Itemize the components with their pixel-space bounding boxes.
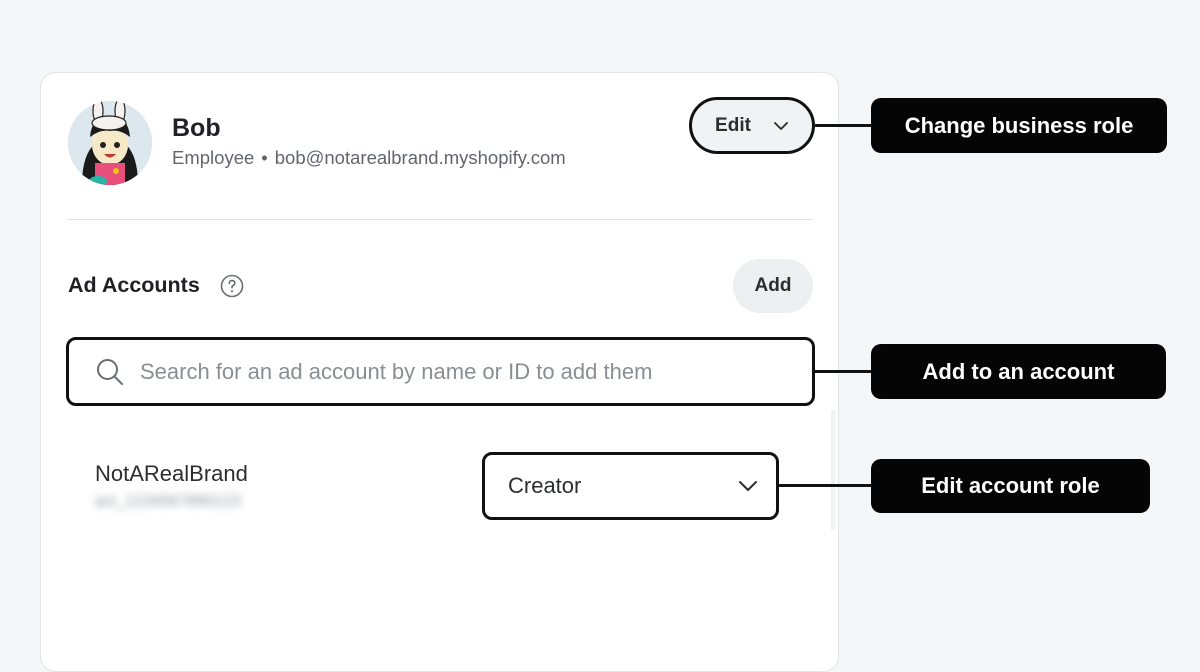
user-email: bob@notarealbrand.myshopify.com	[274, 147, 566, 168]
account-id: act_1234567890123	[95, 493, 241, 510]
ad-account-search[interactable]	[66, 337, 815, 406]
search-icon	[97, 358, 123, 385]
user-name: Bob	[172, 114, 221, 142]
account-role-value: Creator	[508, 473, 582, 498]
search-input[interactable]	[138, 357, 782, 386]
scrollbar-track[interactable]	[831, 410, 835, 530]
add-account-button[interactable]: Add	[733, 259, 813, 313]
ad-accounts-heading: Ad Accounts	[68, 273, 200, 297]
section-divider	[67, 219, 813, 220]
edit-role-button[interactable]: Edit	[689, 97, 815, 154]
callout-connector	[815, 370, 873, 373]
account-role-select[interactable]: Creator	[482, 452, 779, 520]
edit-button-label: Edit	[715, 114, 751, 136]
callout-add-to-account: Add to an account	[871, 344, 1166, 399]
callout-change-business-role: Change business role	[871, 98, 1167, 153]
user-details: Employee • bob@notarealbrand.myshopify.com	[172, 147, 566, 169]
callout-connector	[779, 484, 873, 487]
callout-edit-account-role: Edit account role	[871, 459, 1150, 513]
account-name: NotARealBrand	[95, 461, 248, 486]
avatar	[68, 101, 152, 185]
separator-dot: •	[261, 147, 268, 168]
chevron-down-icon	[739, 481, 757, 491]
chevron-down-icon	[774, 121, 788, 130]
callout-connector	[815, 124, 873, 127]
user-role: Employee	[172, 147, 255, 168]
question-circle-icon[interactable]	[220, 274, 244, 298]
